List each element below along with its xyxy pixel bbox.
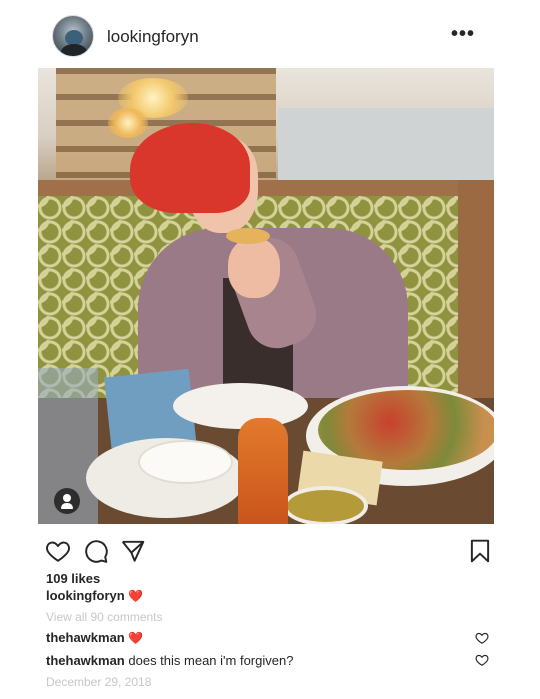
photo-plate <box>173 383 308 429</box>
more-options-icon[interactable]: ••• <box>451 24 475 44</box>
comment-like-icon[interactable] <box>475 631 489 645</box>
view-all-comments-link[interactable]: View all 90 comments <box>46 610 163 624</box>
photo-taco <box>226 228 270 244</box>
comment-username[interactable]: thehawkman <box>46 653 125 668</box>
post-photo[interactable] <box>38 68 494 524</box>
comment-text: ❤️ <box>128 631 144 645</box>
person-icon[interactable] <box>54 488 80 514</box>
photo-bowl <box>138 440 233 484</box>
photo-hand <box>228 238 280 298</box>
photo-background-wall <box>278 108 494 188</box>
comment-text: does this mean i'm forgiven? <box>128 653 294 668</box>
profile-avatar[interactable] <box>52 15 94 57</box>
comment-row: thehawkman does this mean i'm forgiven? <box>46 653 293 668</box>
comment-username[interactable]: thehawkman <box>46 630 125 645</box>
photo-lamp <box>108 108 148 138</box>
like-count[interactable]: 109 likes <box>46 571 100 586</box>
comment-like-icon[interactable] <box>475 653 489 667</box>
speech-bubble-icon[interactable] <box>83 538 109 564</box>
post-date: December 29, 2018 <box>46 675 152 689</box>
photo-hair <box>130 123 250 213</box>
paper-plane-icon[interactable] <box>120 538 146 564</box>
bookmark-icon[interactable] <box>467 538 493 564</box>
photo-sauce-bottle <box>238 418 288 524</box>
caption-heart-emoji: ❤️ <box>128 589 144 603</box>
post-header: lookingforyn ••• <box>0 0 540 70</box>
post-actions <box>0 530 540 570</box>
caption-username[interactable]: lookingforyn <box>46 588 125 603</box>
comment-row: thehawkman ❤️ <box>46 630 143 645</box>
heart-outline-icon[interactable] <box>45 538 71 564</box>
post-username[interactable]: lookingforyn <box>107 27 199 47</box>
post-caption: lookingforyn ❤️ <box>46 588 143 603</box>
photo-dish <box>283 486 368 524</box>
photo-wood-panel <box>458 180 494 420</box>
